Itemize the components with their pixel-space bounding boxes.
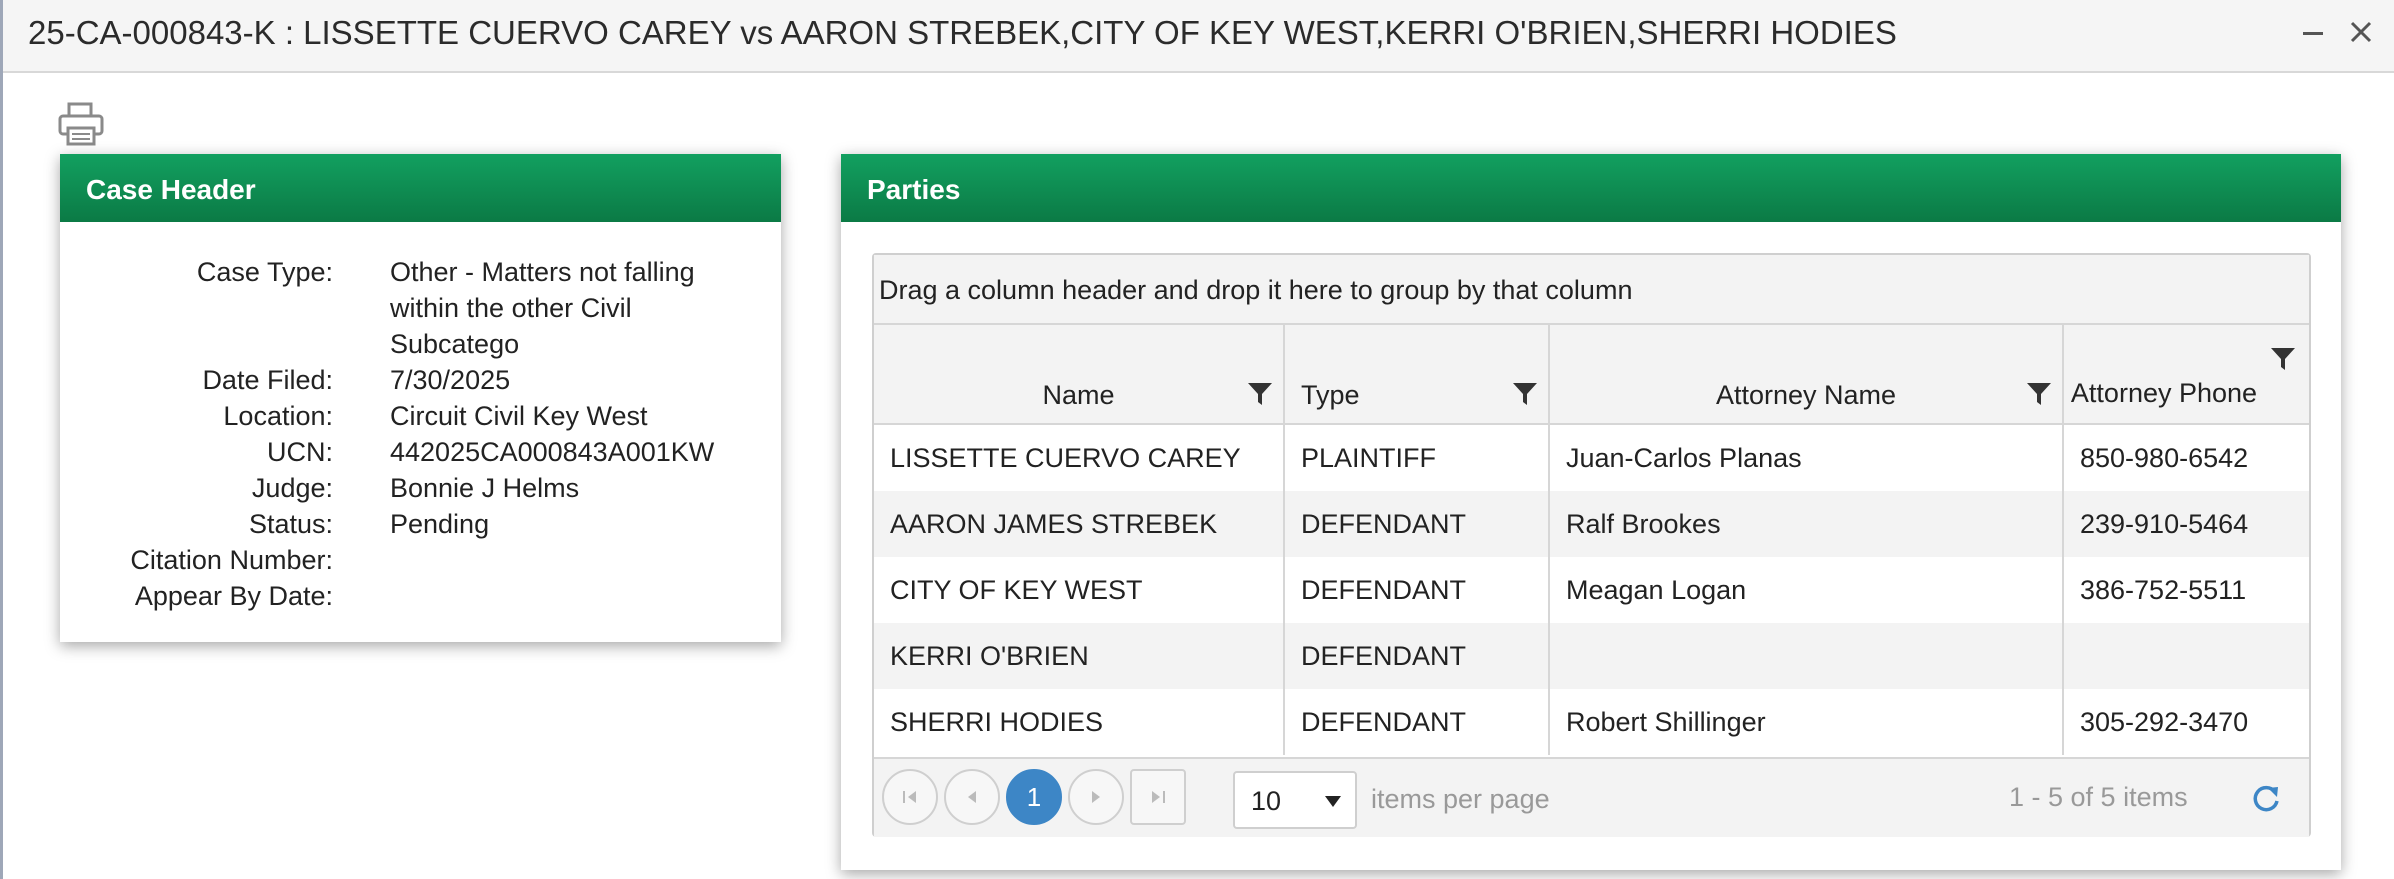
appear-by-date-label: Appear By Date: <box>134 581 333 611</box>
table-row[interactable]: CITY OF KEY WEST DEFENDANT Meagan Logan … <box>874 557 2309 623</box>
location-label: Location: <box>223 401 333 431</box>
column-header-name[interactable]: Name <box>874 325 1285 425</box>
grid-pager: 1 10 items per page 1 - 5 of 5 items <box>874 757 2309 837</box>
page-size-dropdown[interactable]: 10 <box>1233 771 1357 829</box>
table-row[interactable]: LISSETTE CUERVO CAREY PLAINTIFF Juan-Car… <box>874 425 2309 491</box>
parties-panel: Parties Drag a column header and drop it… <box>841 154 2341 870</box>
party-name-cell: SHERRI HODIES <box>874 689 1285 755</box>
party-name-cell: CITY OF KEY WEST <box>874 557 1285 623</box>
attorney-phone-cell: 305-292-3470 <box>2080 707 2249 737</box>
judge-label: Judge: <box>251 473 333 503</box>
case-details-window: 25-CA-000843-K : LISSETTE CUERVO CAREY v… <box>0 0 2394 879</box>
next-page-icon <box>1092 791 1100 803</box>
party-type-cell: PLAINTIFF <box>1285 425 1550 491</box>
filter-icon[interactable] <box>1511 380 1539 408</box>
attorney-name-cell <box>1550 623 2064 689</box>
filter-icon[interactable] <box>2025 380 2053 408</box>
page-1-button[interactable]: 1 <box>1006 769 1062 825</box>
previous-page-icon <box>968 791 976 803</box>
attorney-name-cell: Ralf Brookes <box>1550 491 2064 557</box>
party-type-cell: DEFENDANT <box>1285 557 1550 623</box>
column-header-attorney-phone[interactable]: Attorney Phone <box>2064 325 2309 425</box>
close-button[interactable] <box>2341 12 2381 52</box>
refresh-icon <box>2253 785 2279 812</box>
case-header-panel: Case Header Case Type: Other - Matters n… <box>60 154 781 642</box>
filter-icon[interactable] <box>1246 380 1274 408</box>
citation-number-label: Citation Number: <box>130 545 333 575</box>
location-value: Circuit Civil Key West <box>390 401 648 431</box>
attorney-name-cell: Juan-Carlos Planas <box>1550 425 2064 491</box>
attorney-name-cell: Meagan Logan <box>1550 557 2064 623</box>
last-page-button[interactable] <box>1130 769 1186 825</box>
attorney-phone-cell <box>2064 623 2309 689</box>
table-row[interactable]: SHERRI HODIES DEFENDANT Robert Shillinge… <box>874 689 2309 755</box>
party-name-cell: KERRI O'BRIEN <box>874 623 1285 689</box>
first-page-icon <box>903 791 916 803</box>
print-button[interactable] <box>57 100 105 148</box>
last-page-icon <box>1152 791 1165 803</box>
printer-icon <box>58 102 104 146</box>
judge-value: Bonnie J Helms <box>390 473 580 503</box>
parties-title: Parties <box>841 154 2341 222</box>
attorney-phone-cell: 850-980-6542 <box>2080 443 2249 473</box>
attorney-phone-cell: 386-752-5511 <box>2080 575 2247 605</box>
group-drop-area[interactable]: Drag a column header and drop it here to… <box>874 255 2309 325</box>
column-header-attorney-name[interactable]: Attorney Name <box>1550 325 2064 425</box>
case-header-title: Case Header <box>60 154 781 222</box>
status-value: Pending <box>390 509 490 539</box>
column-header-type[interactable]: Type <box>1285 325 1550 425</box>
ucn-label: UCN: <box>267 437 333 467</box>
grid-header: Name Type Attorney Name Attorney Phone <box>874 325 2309 425</box>
date-filed-label: Date Filed: <box>202 365 333 395</box>
status-label: Status: <box>248 509 333 539</box>
filter-icon[interactable] <box>2269 345 2297 373</box>
minimize-button[interactable] <box>2293 12 2333 52</box>
party-name-cell: AARON JAMES STREBEK <box>874 491 1285 557</box>
table-row[interactable]: KERRI O'BRIEN DEFENDANT <box>874 623 2309 689</box>
refresh-button[interactable] <box>2248 781 2284 817</box>
column-header-attorney-name-label: Attorney Name <box>1715 380 1897 410</box>
attorney-name-cell: Robert Shillinger <box>1550 689 2064 755</box>
party-type-cell: DEFENDANT <box>1285 689 1550 755</box>
attorney-phone-cell: 239-910-5464 <box>2080 509 2249 539</box>
party-type-cell: DEFENDANT <box>1285 623 1550 689</box>
page-size-value: 10 <box>1251 786 1282 816</box>
party-name-cell: LISSETTE CUERVO CAREY <box>874 425 1285 491</box>
dropdown-caret-icon <box>1325 796 1341 807</box>
case-type-label: Case Type: <box>196 257 333 287</box>
minimize-icon <box>2303 32 2323 35</box>
close-icon <box>2350 21 2372 43</box>
ucn-value: 442025CA000843A001KW <box>390 437 715 467</box>
parties-grid: Drag a column header and drop it here to… <box>872 253 2311 837</box>
window-title: 25-CA-000843-K : LISSETTE CUERVO CAREY v… <box>28 14 1897 51</box>
column-header-name-label: Name <box>1042 380 1115 410</box>
party-type-cell: DEFENDANT <box>1285 491 1550 557</box>
case-type-value: Other - Matters not falling within the o… <box>390 257 695 359</box>
column-header-attorney-phone-label: Attorney Phone <box>2070 378 2258 408</box>
next-page-button[interactable] <box>1068 769 1124 825</box>
table-row[interactable]: AARON JAMES STREBEK DEFENDANT Ralf Brook… <box>874 491 2309 557</box>
first-page-button[interactable] <box>882 769 938 825</box>
previous-page-button[interactable] <box>944 769 1000 825</box>
date-filed-value: 7/30/2025 <box>390 365 511 395</box>
title-bar: 25-CA-000843-K : LISSETTE CUERVO CAREY v… <box>3 0 2394 73</box>
items-per-page-label: items per page <box>1371 784 1550 814</box>
pager-info: 1 - 5 of 5 items <box>2009 782 2188 812</box>
